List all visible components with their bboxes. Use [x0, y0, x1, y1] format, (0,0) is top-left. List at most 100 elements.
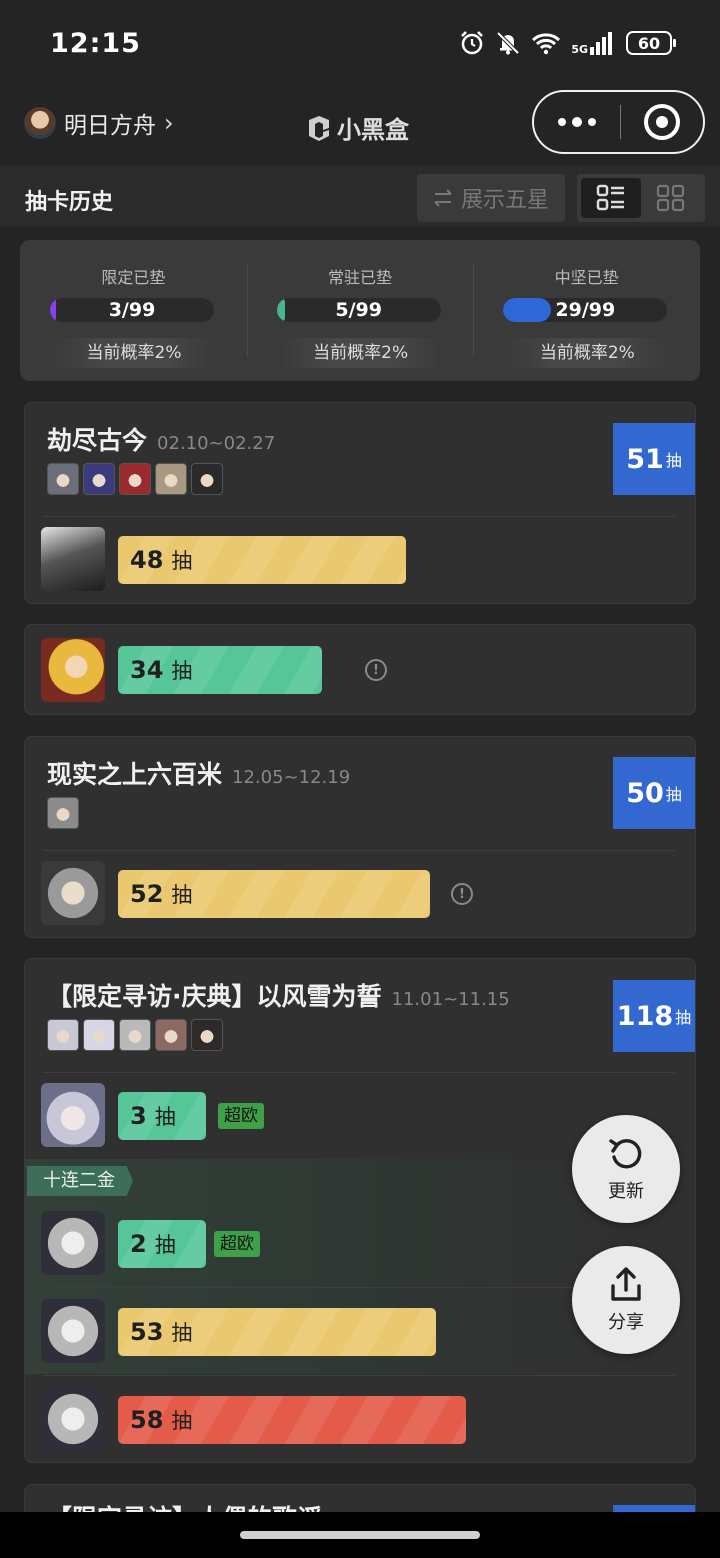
pity-core: 中坚已垫 29/99 当前概率2%: [473, 240, 700, 381]
share-button[interactable]: 分享: [572, 1246, 680, 1354]
info-icon[interactable]: !: [365, 659, 387, 681]
operator-avatar: [41, 1211, 105, 1275]
pity-panel: 限定已垫 3/99 当前概率2% 常驻已垫 5/99 当前概率2% 中坚已垫 2…: [20, 240, 700, 381]
mini-operator-avatar: [83, 1019, 115, 1051]
alarm-icon: [461, 31, 484, 55]
page-title: 抽卡历史: [25, 190, 114, 215]
pity-rate: 当前概率2%: [280, 338, 441, 368]
info-icon[interactable]: !: [451, 883, 473, 905]
pull-unit: 抽: [171, 1321, 193, 1345]
pity-progress-bar: 29/99: [503, 298, 668, 322]
target-icon: [644, 104, 680, 140]
pull-unit: 抽: [171, 1409, 193, 1433]
pull-count-bar: 52 抽: [118, 870, 430, 918]
mini-operator-avatar: [47, 797, 79, 829]
status-time: 12:15: [50, 28, 141, 59]
pull-count-bar: 53 抽: [118, 1308, 436, 1356]
pull-count-bar: 48 抽: [118, 536, 406, 584]
total-pulls-badge: 50 抽: [613, 757, 695, 829]
chevron-right-icon: ›: [164, 109, 174, 137]
swap-icon: [434, 189, 452, 207]
pull-count-bar: 2抽: [118, 1220, 206, 1268]
pull-count-bar: 3抽: [118, 1092, 206, 1140]
pity-standard: 常驻已垫 5/99 当前概率2%: [246, 240, 474, 381]
pull-count: 58: [130, 1406, 164, 1434]
app-logo: 小黑盒: [305, 110, 409, 145]
divider: [43, 516, 675, 517]
home-indicator[interactable]: [240, 1531, 480, 1539]
pity-progress-bar: 5/99: [276, 298, 441, 322]
banner-card[interactable]: 劫尽古今 02.10~02.27 51 抽 48 抽: [24, 402, 696, 604]
operator-avatar: [41, 638, 105, 702]
banner-name: 现实之上六百米: [47, 760, 223, 789]
pull-count: 34: [130, 656, 164, 684]
game-name: 明日方舟: [64, 113, 156, 139]
grid-view-button[interactable]: [641, 178, 701, 218]
banner-title: 现实之上六百米 12.05~12.19: [47, 755, 350, 791]
mini-program-capsule: [532, 90, 705, 154]
pity-value: 5/99: [335, 299, 382, 321]
pity-value: 3/99: [108, 299, 156, 321]
close-mini-program-button[interactable]: [621, 104, 703, 140]
banner-card[interactable]: 现实之上六百米 12.05~12.19 50 抽 52 抽 !: [24, 736, 696, 938]
app-name: 小黑盒: [337, 116, 409, 144]
divider: [43, 1375, 675, 1376]
divider: [43, 850, 675, 851]
network-label: 5G: [571, 43, 588, 56]
operator-avatar: [41, 527, 105, 591]
more-button[interactable]: [534, 92, 620, 152]
mini-operator-avatar: [119, 1019, 151, 1051]
featured-operators: [47, 797, 79, 829]
grid-view-icon: [656, 184, 685, 212]
mini-operator-avatar: [47, 1019, 79, 1051]
refresh-button[interactable]: 更新: [572, 1115, 680, 1223]
game-avatar: [24, 107, 56, 139]
logo-icon: [309, 115, 329, 141]
nav-bar: 明日方舟 › 小黑盒: [0, 90, 720, 166]
pull-row: 58 抽: [25, 1379, 695, 1459]
pity-value: 29/99: [555, 299, 616, 321]
multi-gold-ribbon: 十连二金: [27, 1166, 133, 1196]
signal-icon: [590, 32, 612, 55]
pull-unit: 抽: [665, 785, 682, 804]
total-pulls: 51: [626, 443, 664, 475]
total-pulls-badge: 118 抽: [613, 980, 695, 1052]
pull-unit: 抽: [171, 883, 193, 907]
featured-operators: [47, 463, 223, 495]
lucky-tag: 超欧: [218, 1103, 264, 1129]
pity-rate: 当前概率2%: [54, 338, 214, 368]
featured-operators: [47, 1019, 223, 1051]
lucky-tag: 超欧: [214, 1231, 260, 1257]
banner-name: 【限定寻访·庆典】以风雪为誓: [47, 982, 382, 1011]
operator-avatar: [41, 1299, 105, 1363]
battery-indicator: 60: [626, 31, 676, 55]
share-label: 分享: [608, 1312, 644, 1333]
pull-count: 48: [130, 546, 164, 574]
pity-rate: 当前概率2%: [507, 338, 668, 368]
banner-date: 02.10~02.27: [157, 433, 276, 454]
total-pulls: 50: [626, 777, 664, 809]
pull-unit: 抽: [154, 1105, 176, 1129]
list-view-icon: [596, 184, 624, 211]
share-icon: [611, 1267, 641, 1301]
show-five-star-button[interactable]: 展示五星: [417, 174, 565, 222]
pull-unit: 抽: [171, 659, 193, 683]
banner-title: 【限定寻访·庆典】以风雪为誓 11.01~11.15: [47, 977, 510, 1013]
more-dot-icon: [558, 118, 566, 126]
refresh-icon: [609, 1139, 642, 1169]
game-switcher[interactable]: 明日方舟 ›: [24, 106, 174, 140]
list-view-button[interactable]: [581, 178, 641, 218]
pity-limited: 限定已垫 3/99 当前概率2%: [20, 240, 247, 381]
mini-operator-avatar: [191, 1019, 223, 1051]
more-dot-icon: [572, 117, 582, 127]
banner-card[interactable]: 34 抽 !: [24, 624, 696, 715]
status-bar: 12:15 5G 60: [0, 0, 720, 90]
operator-avatar: [41, 1083, 105, 1147]
filter-label: 展示五星: [460, 188, 549, 213]
pity-label: 中坚已垫: [554, 268, 619, 287]
pull-count: 2: [130, 1230, 147, 1258]
total-pulls: 118: [616, 1000, 674, 1032]
operator-avatar: [41, 861, 105, 925]
pull-count-bar: 34 抽: [118, 646, 322, 694]
pull-count: 52: [130, 880, 164, 908]
